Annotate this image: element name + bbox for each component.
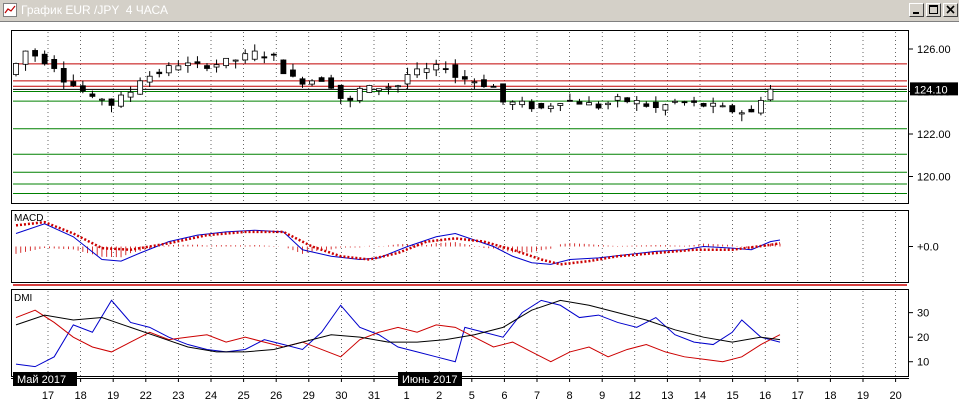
day-label: 19 — [857, 390, 869, 402]
day-label: 20 — [889, 390, 901, 402]
chart-area[interactable]: MACD+0.0 DMI302010 17 18 19 22 23 24 25 26 29 30 3… — [0, 22, 959, 408]
minimize-button[interactable] — [909, 3, 924, 17]
day-label: 23 — [172, 390, 184, 402]
day-label: 31 — [368, 390, 380, 402]
maximize-icon — [929, 5, 938, 14]
day-label: 14 — [694, 390, 706, 402]
day-label: 6 — [501, 390, 507, 402]
candle — [356, 86, 363, 104]
dmi-tick-label: 20 — [917, 332, 929, 344]
title-bar[interactable]: График EUR /JPY 4 ЧАСА — [0, 0, 959, 22]
day-label: 24 — [205, 390, 217, 402]
month-label: Июнь 2017 — [398, 372, 462, 386]
candle — [729, 103, 736, 114]
dmi-tick-label: 30 — [917, 308, 929, 320]
day-label: 18 — [74, 390, 86, 402]
candle — [500, 83, 506, 105]
day-label: 17 — [792, 390, 804, 402]
day-label: 25 — [237, 390, 249, 402]
close-icon — [946, 5, 955, 14]
candle — [280, 59, 287, 75]
day-label: 26 — [270, 390, 282, 402]
day-label: 9 — [599, 390, 605, 402]
candle — [700, 102, 707, 108]
price-tick-label: 126.00 — [917, 44, 951, 56]
dmi-tick-label: 10 — [917, 357, 929, 369]
day-label: 15 — [726, 390, 738, 402]
day-label: 30 — [335, 390, 347, 402]
macd-zero-label: +0.0 — [917, 242, 939, 254]
day-label: 13 — [661, 390, 673, 402]
day-label: 5 — [469, 390, 475, 402]
day-label: 1 — [404, 390, 410, 402]
last-price-label: 124.10 — [914, 84, 948, 96]
minimize-icon — [913, 12, 919, 14]
day-label: 18 — [824, 390, 836, 402]
candle — [13, 62, 19, 77]
window-title: График EUR /JPY 4 ЧАСА — [21, 3, 168, 17]
close-button[interactable] — [943, 3, 958, 17]
price-tick-label: 122.00 — [917, 129, 951, 141]
macd-label: MACD — [14, 213, 43, 224]
day-label: 2 — [436, 390, 442, 402]
candle — [366, 84, 373, 94]
day-label: 16 — [759, 390, 771, 402]
price-tick-label: 120.00 — [917, 172, 951, 184]
day-label: 17 — [42, 390, 54, 402]
candle — [538, 102, 545, 110]
day-label: 12 — [629, 390, 641, 402]
month-label: Май 2017 — [13, 372, 77, 386]
dmi-label: DMI — [14, 293, 32, 304]
day-label: 22 — [140, 390, 152, 402]
svg-text:Май 2017: Май 2017 — [17, 374, 66, 386]
chart-icon — [3, 3, 17, 17]
svg-text:Июнь 2017: Июнь 2017 — [402, 374, 458, 386]
day-label: 8 — [567, 390, 573, 402]
day-label: 29 — [303, 390, 315, 402]
maximize-button[interactable] — [926, 3, 941, 17]
chart-window: График EUR /JPY 4 ЧАСА MACD +0.0 DMI 30 20 1… — [0, 0, 959, 408]
day-label: 7 — [534, 390, 540, 402]
day-label: 19 — [107, 390, 119, 402]
